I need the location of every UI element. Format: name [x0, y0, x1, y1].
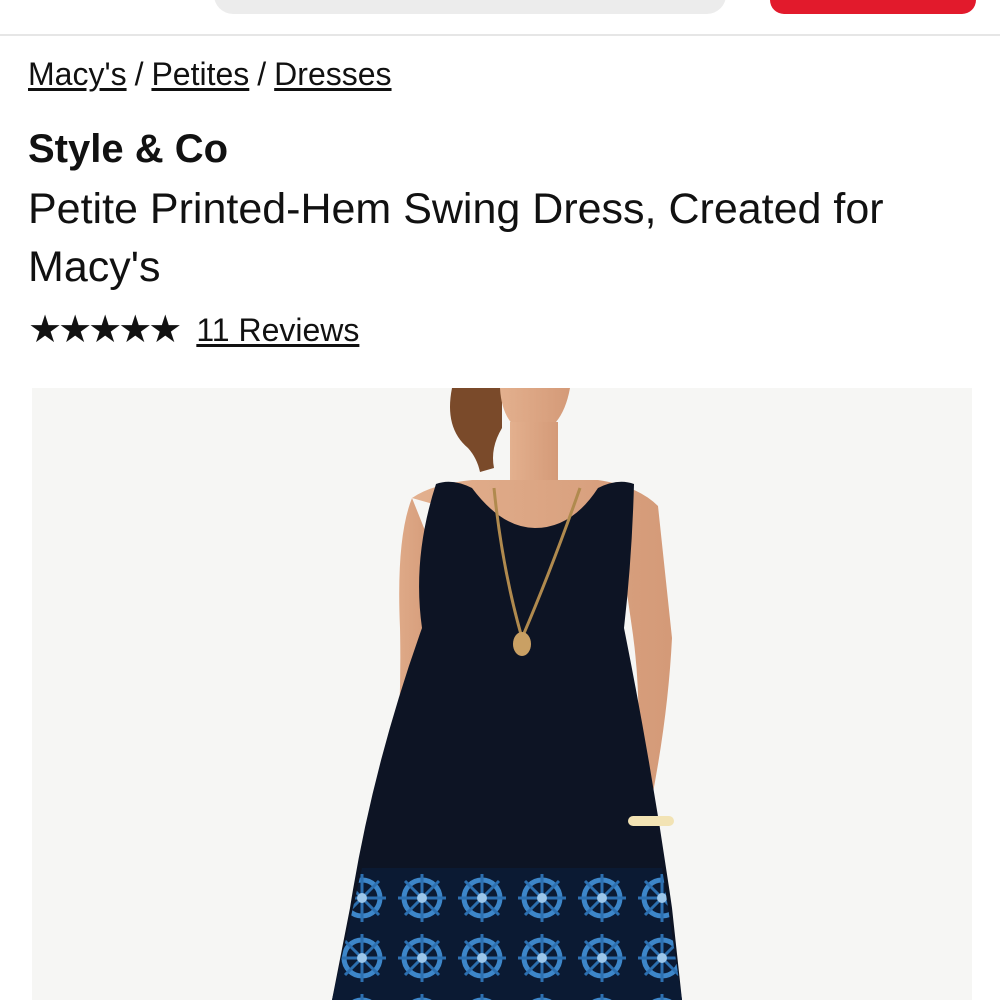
- search-button[interactable]: [770, 0, 976, 14]
- breadcrumb-link-petites[interactable]: Petites: [151, 56, 249, 92]
- breadcrumb-link-dresses[interactable]: Dresses: [274, 56, 391, 92]
- product-title: Petite Printed-Hem Swing Dress, Created …: [28, 185, 884, 291]
- product-image[interactable]: [32, 388, 972, 1000]
- reviews-link[interactable]: 11 Reviews: [196, 308, 359, 352]
- star-rating-icon: ★★★★★: [28, 309, 182, 351]
- top-search-bar: [0, 0, 1000, 36]
- product-rating: ★★★★★ 11 Reviews: [28, 308, 359, 352]
- dress-model-illustration: [332, 388, 682, 1000]
- breadcrumb: Macy's / Petites / Dresses: [28, 54, 392, 94]
- breadcrumb-separator: /: [257, 56, 267, 92]
- search-input[interactable]: [214, 0, 726, 14]
- product-brand: Style & Co: [28, 127, 229, 171]
- breadcrumb-separator: /: [134, 56, 144, 92]
- breadcrumb-link-macys[interactable]: Macy's: [28, 56, 127, 92]
